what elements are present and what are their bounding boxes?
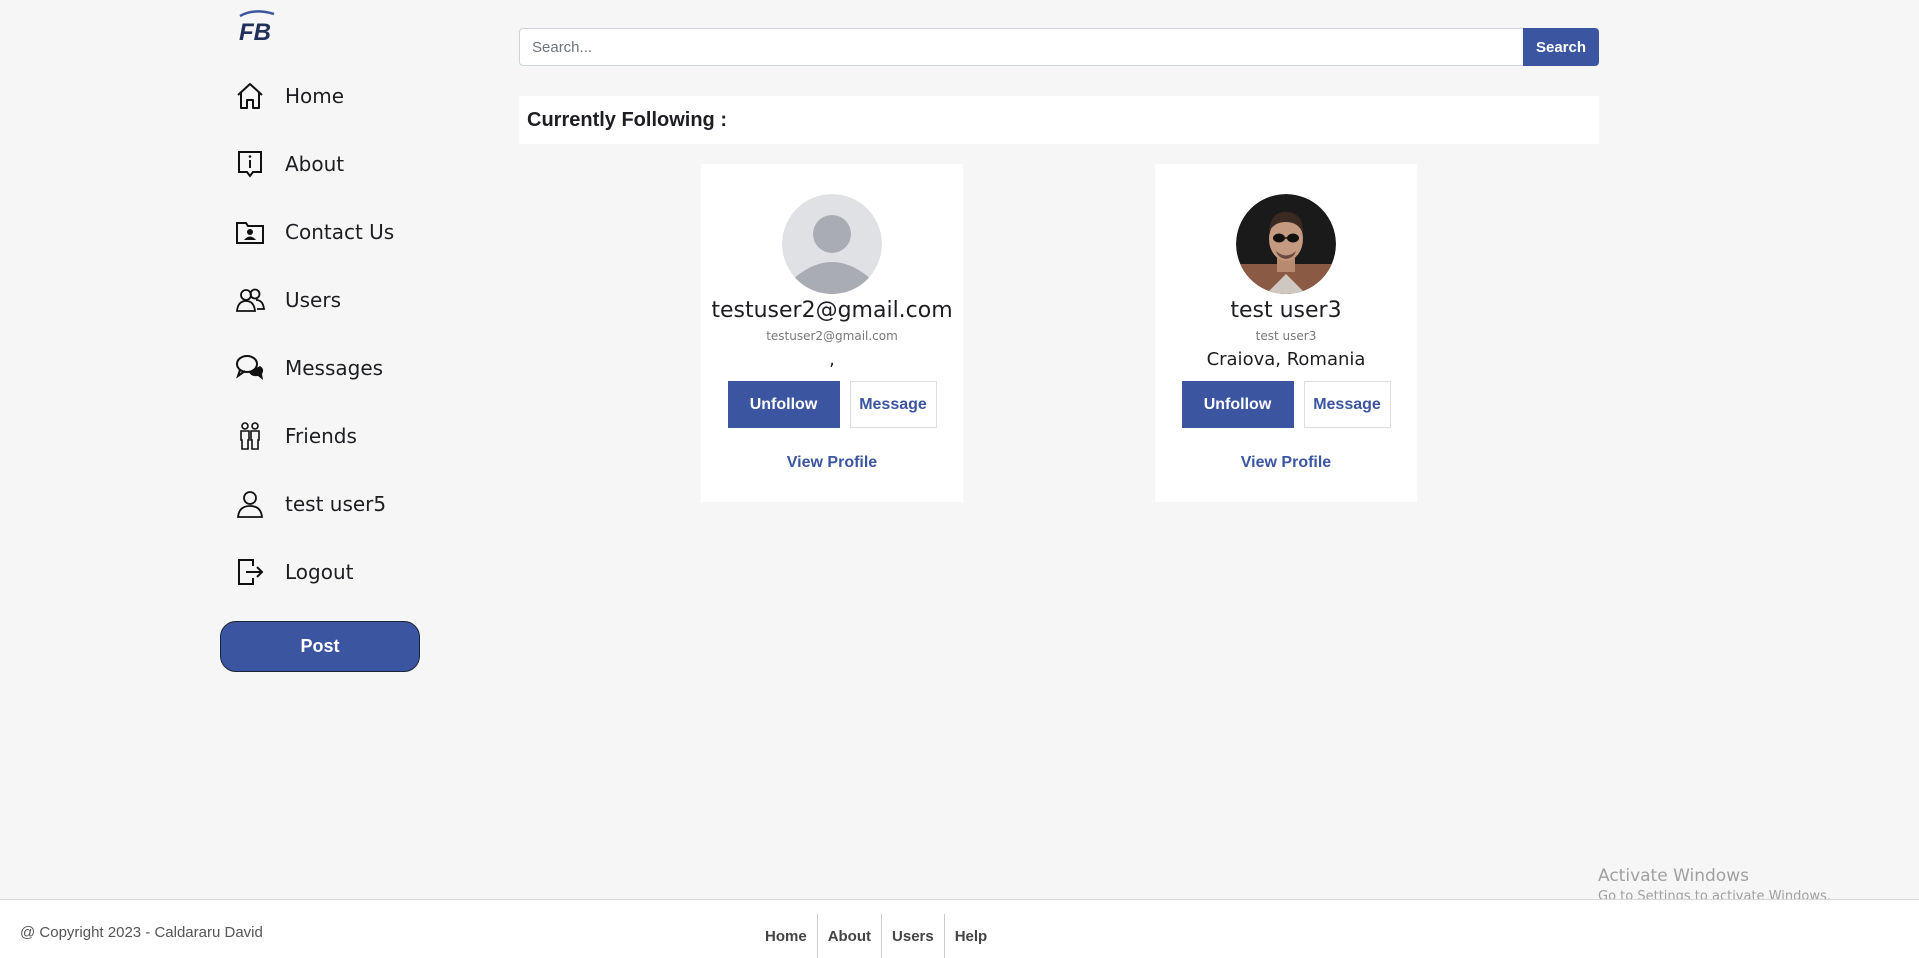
watermark-title: Activate Windows xyxy=(1598,866,1749,886)
default-avatar-icon xyxy=(782,194,882,294)
page-title: Currently Following : xyxy=(527,108,727,131)
home-icon xyxy=(234,80,266,112)
view-profile-link[interactable]: View Profile xyxy=(1241,454,1331,472)
card-actions: Unfollow Message xyxy=(727,381,937,428)
user-icon xyxy=(234,488,266,520)
sidebar-item-label: Users xyxy=(285,288,342,312)
friends-icon xyxy=(234,420,266,452)
avatar xyxy=(1236,194,1336,294)
following-header: Currently Following : xyxy=(519,96,1599,144)
sidebar-item-label: Home xyxy=(285,84,345,108)
card-name: test user3 xyxy=(1230,298,1342,323)
unfollow-button[interactable]: Unfollow xyxy=(727,381,840,428)
copyright-text: @ Copyright 2023 - Caldararu David xyxy=(20,924,263,941)
sidebar-item-label: test user5 xyxy=(285,492,387,516)
card-location: , xyxy=(829,349,835,370)
card-subtitle: testuser2@gmail.com xyxy=(766,329,898,343)
logout-icon xyxy=(234,556,266,588)
avatar xyxy=(782,194,882,294)
footer: @ Copyright 2023 - Caldararu David Home … xyxy=(0,899,1919,958)
logo[interactable]: FB xyxy=(234,8,282,46)
footer-link-home[interactable]: Home xyxy=(755,914,818,958)
message-button[interactable]: Message xyxy=(1303,381,1391,428)
sidebar-item-label: About xyxy=(285,152,345,176)
sidebar-item-label: Messages xyxy=(285,356,384,380)
sidebar-item-label: Friends xyxy=(285,424,357,448)
message-button[interactable]: Message xyxy=(849,381,937,428)
footer-links: Home About Users Help xyxy=(755,914,997,958)
card-name: testuser2@gmail.com xyxy=(711,298,953,323)
user-card: testuser2@gmail.com testuser2@gmail.com … xyxy=(701,164,963,502)
sidebar-item-label: Logout xyxy=(285,560,354,584)
unfollow-button[interactable]: Unfollow xyxy=(1181,381,1294,428)
fb-logo-icon: FB xyxy=(239,10,275,46)
post-button[interactable]: Post xyxy=(220,621,420,672)
sidebar-item-profile[interactable]: test user5 xyxy=(234,470,394,538)
card-actions: Unfollow Message xyxy=(1181,381,1391,428)
profile-photo xyxy=(1236,194,1336,294)
contact-card-icon xyxy=(234,216,266,248)
sidebar-item-users[interactable]: Users xyxy=(234,266,394,334)
view-profile-link[interactable]: View Profile xyxy=(787,454,877,472)
search-button[interactable]: Search xyxy=(1523,28,1599,66)
footer-link-about[interactable]: About xyxy=(818,914,883,958)
sidebar-item-friends[interactable]: Friends xyxy=(234,402,394,470)
users-icon xyxy=(234,284,266,316)
sidebar-item-about[interactable]: About xyxy=(234,130,394,198)
sidebar-nav: Home About Contact Us Users Messages Fri… xyxy=(234,62,394,606)
search-bar: Search xyxy=(519,28,1599,66)
user-card: test user3 test user3 Craiova, Romania U… xyxy=(1155,164,1417,502)
sidebar-item-contact-us[interactable]: Contact Us xyxy=(234,198,394,266)
svg-text:FB: FB xyxy=(239,19,271,44)
sidebar-item-home[interactable]: Home xyxy=(234,62,394,130)
chat-bubbles-icon xyxy=(234,352,266,384)
sidebar-item-messages[interactable]: Messages xyxy=(234,334,394,402)
card-location: Craiova, Romania xyxy=(1206,349,1366,370)
sidebar-item-logout[interactable]: Logout xyxy=(234,538,394,606)
search-input[interactable] xyxy=(519,28,1523,66)
footer-link-users[interactable]: Users xyxy=(882,914,945,958)
info-icon xyxy=(234,148,266,180)
card-subtitle: test user3 xyxy=(1255,329,1317,343)
sidebar-item-label: Contact Us xyxy=(285,220,395,244)
footer-link-help[interactable]: Help xyxy=(945,914,998,958)
